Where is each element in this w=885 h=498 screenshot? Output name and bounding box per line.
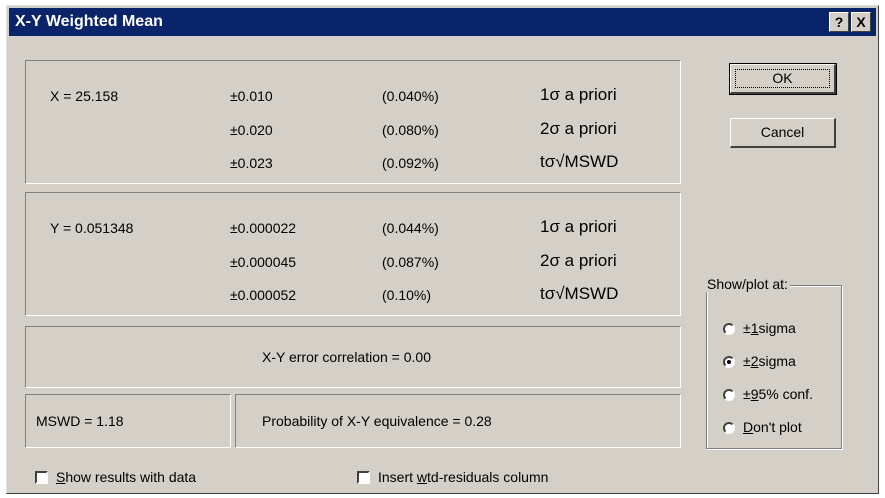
- radio-button[interactable]: [723, 422, 735, 434]
- help-button[interactable]: ?: [829, 12, 849, 32]
- dialog-window: X-Y Weighted Mean ? X X = 25.158 ±0.010 …: [6, 5, 879, 494]
- y-err-3: ±0.000052: [230, 287, 297, 303]
- y-value: Y = 0.051348: [50, 220, 134, 236]
- radio-2sigma-label: ±2sigma: [743, 353, 796, 369]
- x-err-3: ±0.023: [230, 155, 273, 171]
- y-desc-3: tσ√MSWD: [540, 284, 619, 303]
- y-pct-3: (0.10%): [382, 287, 432, 303]
- y-desc-1: 1σ a priori: [540, 217, 617, 236]
- checkbox-box[interactable]: [357, 471, 370, 484]
- x-pct-2: (0.080%): [382, 122, 439, 138]
- cancel-button-label: Cancel: [760, 124, 805, 140]
- y-desc-2: 2σ a priori: [540, 251, 617, 270]
- x-err-2: ±0.020: [230, 122, 273, 138]
- x-value: X = 25.158: [50, 88, 119, 104]
- mswd-text: MSWD = 1.18: [36, 413, 124, 429]
- y-err-1: ±0.000022: [230, 220, 297, 236]
- x-pct-3: (0.092%): [382, 155, 439, 171]
- radio-button[interactable]: [723, 389, 735, 401]
- x-desc-1: 1σ a priori: [540, 85, 617, 104]
- x-result-panel: X = 25.158 ±0.010 (0.040%) 1σ a priori ±…: [25, 60, 681, 184]
- radio-dot: [727, 360, 731, 364]
- focus-rectangle: [735, 69, 830, 88]
- radio-button[interactable]: [723, 323, 735, 335]
- show-plot-label: Show/plot at:: [705, 276, 790, 292]
- y-pct-2: (0.087%): [382, 254, 439, 270]
- window-title: X-Y Weighted Mean: [15, 13, 163, 30]
- checkbox-box[interactable]: [35, 471, 48, 484]
- x-desc-3: tσ√MSWD: [540, 152, 619, 171]
- radio-dont-plot-label: Don't plot: [743, 419, 802, 435]
- ok-button[interactable]: OK: [729, 63, 837, 95]
- probability-text: Probability of X-Y equivalence = 0.28: [262, 413, 492, 429]
- y-result-panel: Y = 0.051348 ±0.000022 (0.044%) 1σ a pri…: [25, 192, 681, 316]
- correlation-panel: X-Y error correlation = 0.00: [25, 326, 681, 388]
- radio-button-selected[interactable]: [723, 356, 735, 368]
- y-pct-1: (0.044%): [382, 220, 439, 236]
- show-plot-group: Show/plot at: ±1sigma ±2sigma ±95% conf.…: [705, 276, 842, 449]
- insert-residuals-label: Insert wtd-residuals column: [378, 469, 549, 485]
- radio-1sigma-label: ±1sigma: [743, 320, 796, 336]
- title-bar: X-Y Weighted Mean ? X: [9, 8, 876, 36]
- y-err-2: ±0.000045: [230, 254, 297, 270]
- mswd-panel: MSWD = 1.18: [25, 394, 231, 448]
- x-err-1: ±0.010: [230, 88, 273, 104]
- show-results-label: Show results with data: [56, 469, 197, 485]
- cancel-button[interactable]: Cancel: [730, 118, 836, 148]
- probability-panel: Probability of X-Y equivalence = 0.28: [235, 394, 681, 448]
- close-button[interactable]: X: [851, 12, 871, 32]
- x-desc-2: 2σ a priori: [540, 119, 617, 138]
- x-pct-1: (0.040%): [382, 88, 439, 104]
- radio-95conf-label: ±95% conf.: [743, 386, 813, 402]
- correlation-text: X-Y error correlation = 0.00: [262, 349, 431, 365]
